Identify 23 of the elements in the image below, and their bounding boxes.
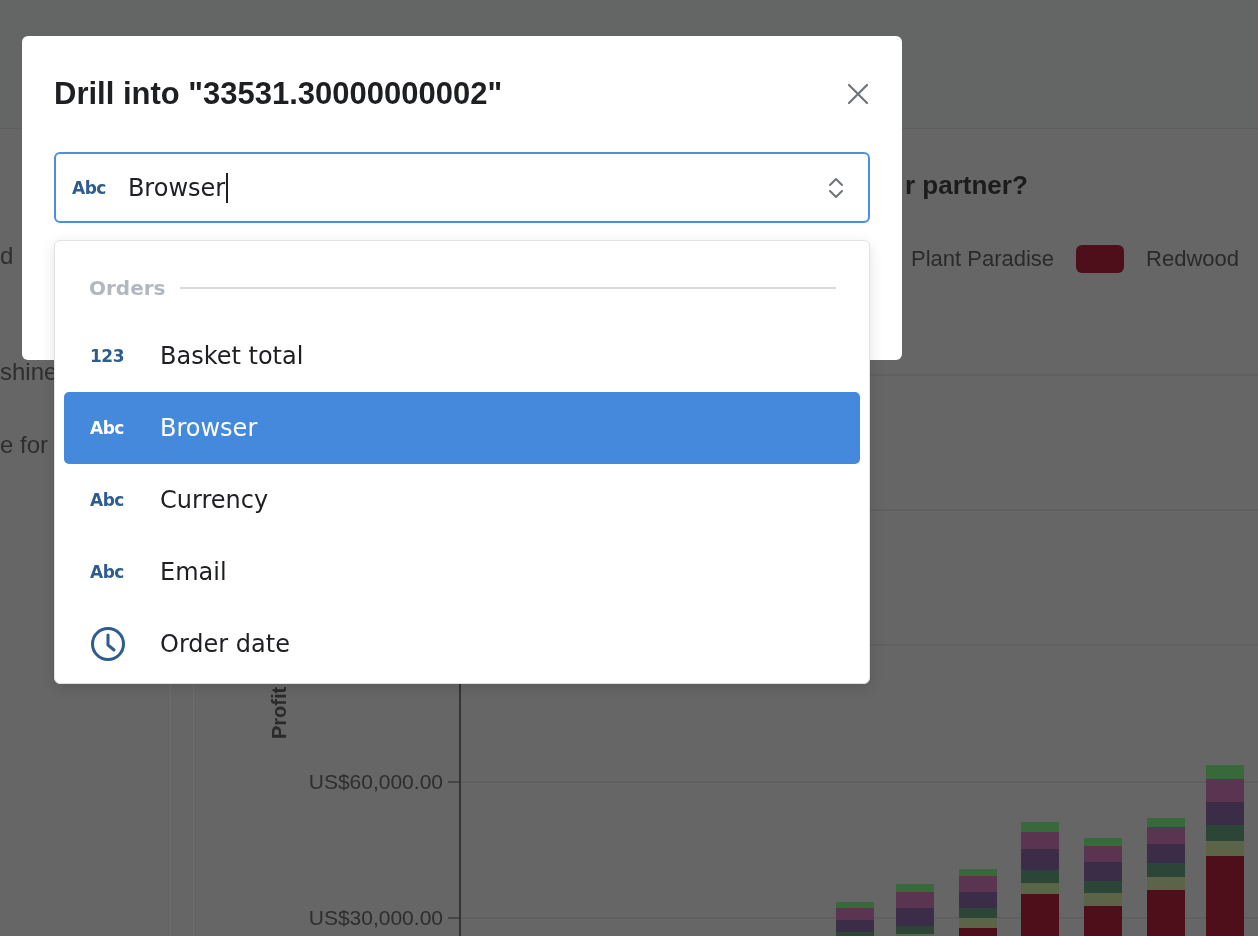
y-axis-label: Profit	[268, 686, 290, 740]
y-tick-label: US$30,000.00	[308, 906, 443, 929]
text-fragment: e for	[0, 430, 50, 460]
group-label: Orders	[89, 276, 166, 300]
column-option[interactable]: 123 Basket total	[64, 320, 860, 392]
y-tick-label: US$60,000.00	[308, 770, 443, 793]
column-option[interactable]: Abc Email	[64, 536, 860, 608]
column-option[interactable]: Order date	[64, 608, 860, 680]
dialog-title: Drill into "33531.30000000002"	[54, 76, 504, 112]
column-picker-field[interactable]: Abc Browser	[54, 152, 870, 223]
clock-icon	[90, 626, 126, 662]
chart-title: r partner?	[905, 169, 1028, 202]
text-type-icon: Abc	[72, 177, 106, 198]
column-option[interactable]: Abc Currency	[64, 464, 860, 536]
text-fragment: shine	[0, 357, 59, 387]
text-fragment: d	[0, 241, 15, 271]
text-type-icon: Abc	[90, 418, 124, 438]
number-type-icon: 123	[90, 346, 124, 366]
text-type-icon: Abc	[90, 562, 124, 582]
chevron-updown-icon	[828, 175, 844, 200]
close-button[interactable]	[847, 83, 869, 105]
column-option[interactable]: Abc Browser	[64, 392, 860, 464]
text-type-icon: Abc	[90, 490, 124, 510]
